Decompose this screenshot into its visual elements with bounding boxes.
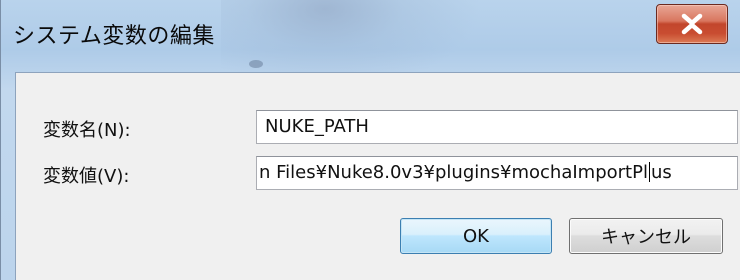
ok-button[interactable]: OK — [400, 218, 552, 254]
close-button[interactable] — [656, 4, 728, 44]
variable-name-text: NUKE_PATH — [265, 116, 369, 137]
variable-value-label: 変数値(V): — [43, 166, 130, 187]
titlebar-glass-spot — [249, 60, 263, 68]
text-caret — [648, 162, 650, 182]
close-x-icon — [679, 13, 705, 35]
variable-name-input[interactable]: NUKE_PATH — [256, 110, 738, 144]
ok-button-label: OK — [463, 225, 489, 247]
edit-system-variable-dialog: システム変数の編集 変数名(N): NUKE_PATH 変数値(V): n Fi… — [0, 0, 740, 280]
cancel-button[interactable]: キャンセル — [569, 218, 723, 254]
variable-name-label: 変数名(N): — [43, 120, 131, 141]
variable-value-text-before-caret: n Files¥Nuke8.0v3¥plugins¥mochaImportPl — [259, 162, 648, 183]
cancel-button-label: キャンセル — [601, 227, 691, 248]
dialog-body: 変数名(N): NUKE_PATH 変数値(V): n Files¥Nuke8.… — [15, 72, 740, 280]
dialog-title: システム変数の編集 — [13, 24, 215, 49]
variable-value-input[interactable]: n Files¥Nuke8.0v3¥plugins¥mochaImportPl u… — [256, 156, 738, 190]
variable-value-text-after-caret: us — [650, 162, 672, 183]
